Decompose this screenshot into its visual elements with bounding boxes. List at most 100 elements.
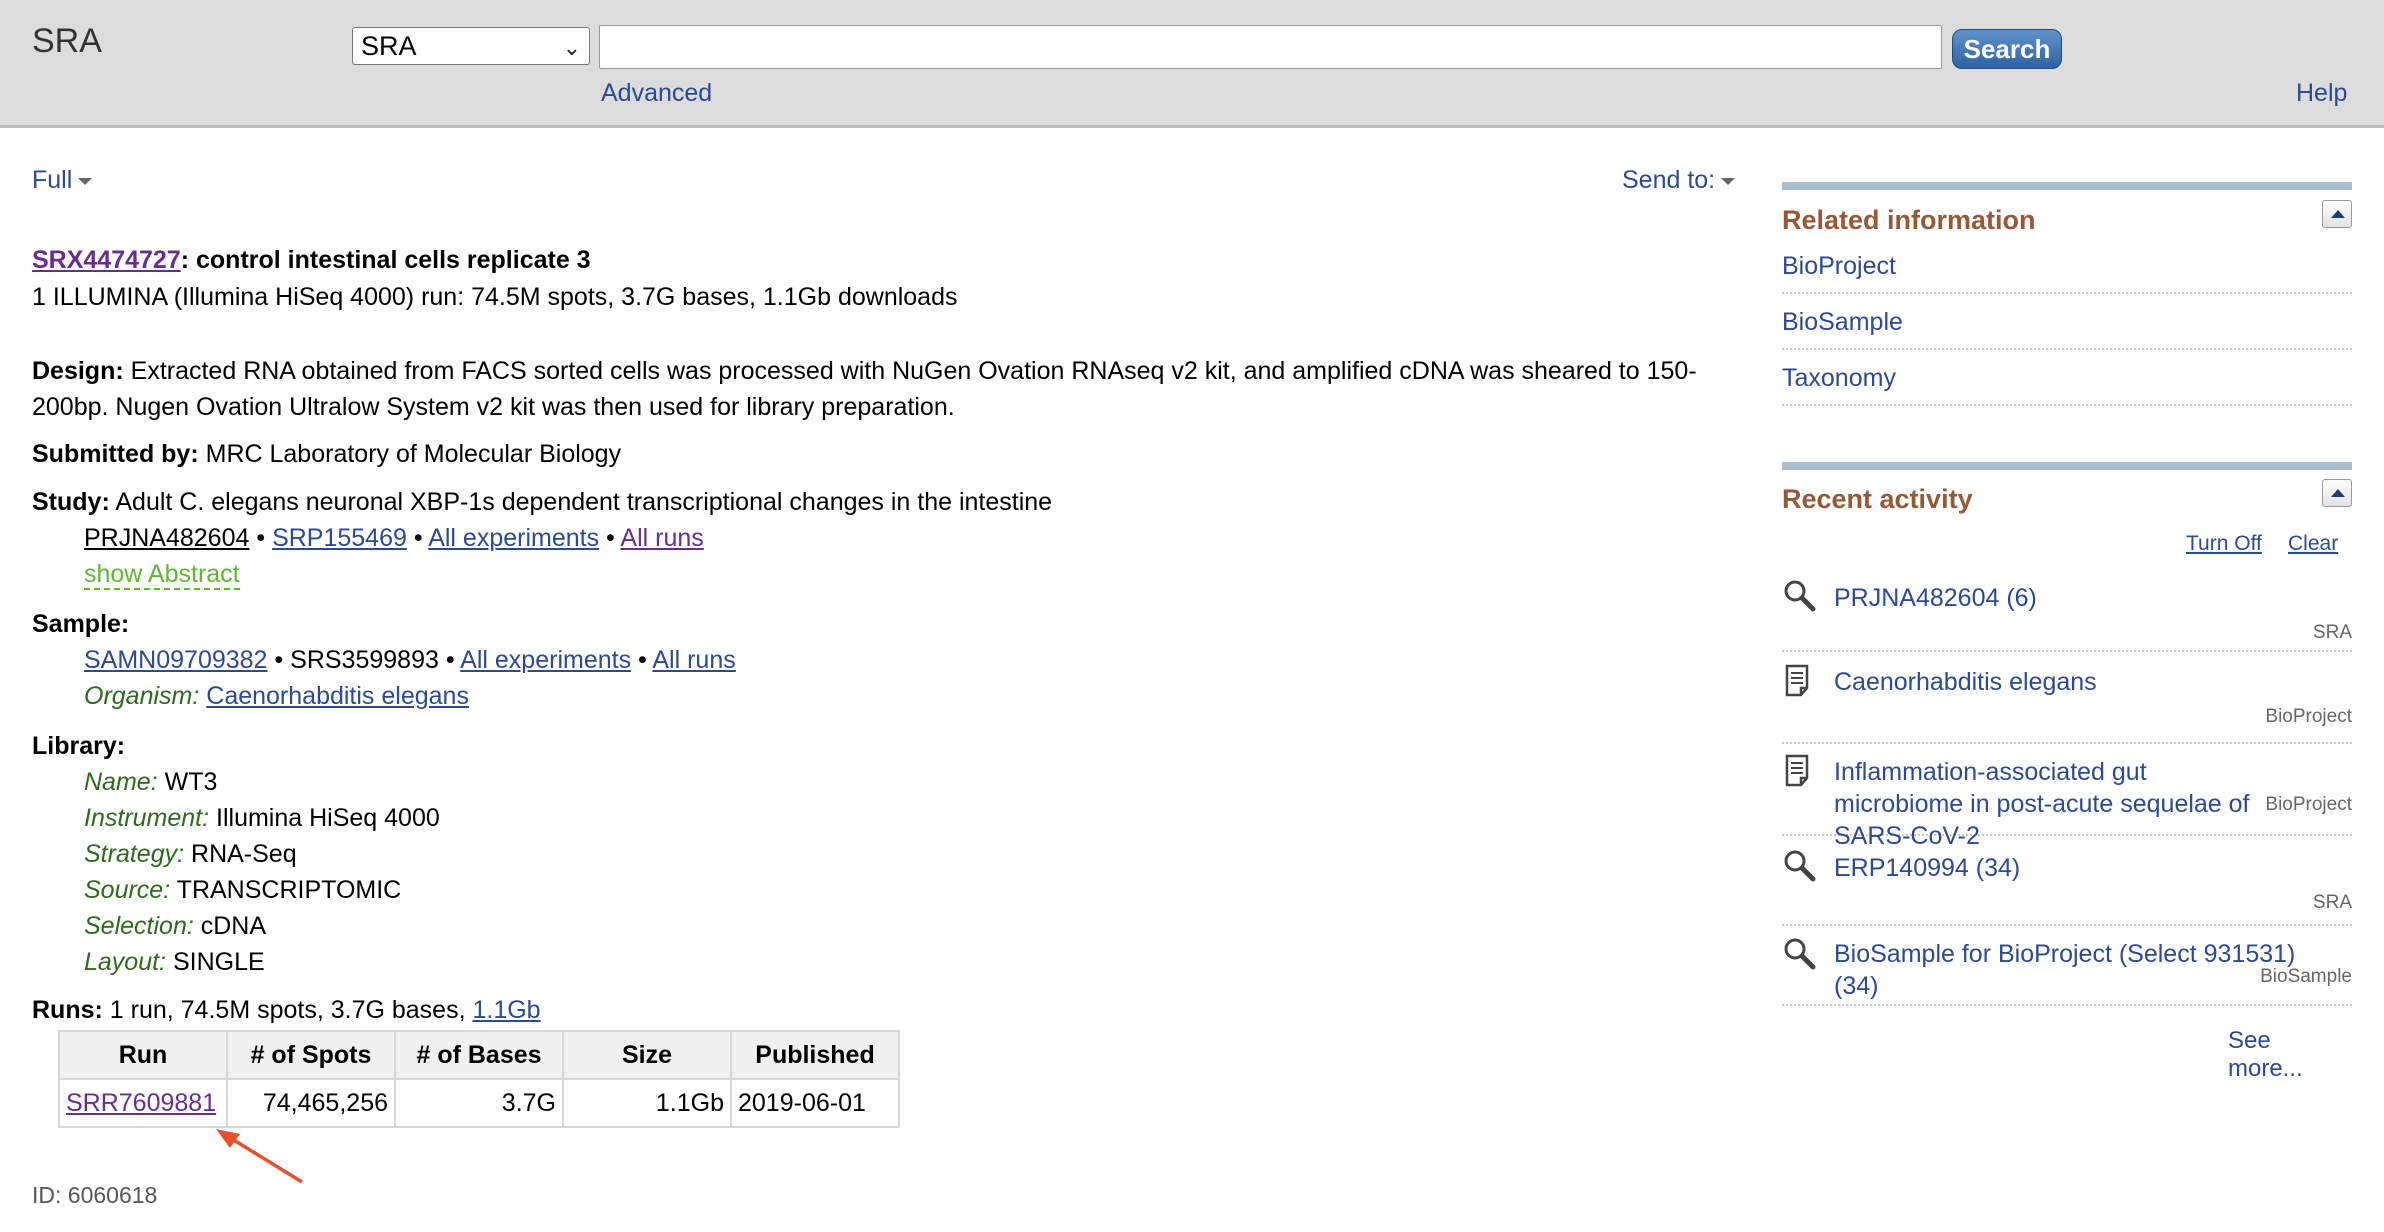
separator: •	[274, 646, 284, 674]
separator: •	[606, 524, 615, 552]
sample-all-runs-link[interactable]: All runs	[652, 646, 735, 674]
study-value: Adult C. elegans neuronal XBP-1s depende…	[115, 488, 1053, 516]
runs-summary: 1 run, 74.5M spots, 3.7G bases,	[109, 996, 466, 1024]
runs-label: Runs:	[32, 996, 103, 1024]
study-label: Study:	[32, 488, 110, 516]
related-item-biosample[interactable]: BioSample	[1782, 294, 2352, 350]
column-header: # of Spots	[226, 1030, 396, 1080]
run-cell: SRR7609881	[58, 1078, 228, 1128]
sample-links: SAMN09709382 • SRS3599893 • All experime…	[84, 646, 736, 675]
activity-text: BioSample for BioProject (Select 931531)…	[1834, 940, 2296, 1000]
study-section: Study: Adult C. elegans neuronal XBP-1s …	[32, 488, 1052, 517]
study-links: PRJNA482604 • SRP155469 • All experiment…	[84, 524, 704, 553]
document-icon	[1785, 664, 1809, 697]
experiment-accession-link[interactable]: SRX4474727	[32, 246, 181, 274]
biosample-link[interactable]: SAMN09709382	[84, 646, 267, 674]
srs-accession: SRS3599893	[290, 646, 439, 674]
annotation-arrow-icon	[216, 1129, 303, 1184]
advanced-search-link[interactable]: Advanced	[601, 79, 712, 108]
search-icon	[1784, 938, 1816, 970]
library-selection: Selection: cDNA	[84, 912, 266, 941]
separator: •	[445, 646, 455, 674]
document-icon	[1785, 754, 1809, 787]
field-label: Selection:	[84, 912, 194, 940]
organism-line: Organism: Caenorhabditis elegans	[84, 682, 469, 711]
activity-item[interactable]: ERP140994 (34) SRA	[1782, 844, 2352, 926]
table-row: SRR7609881 74,465,256 3.7G 1.1Gb 2019-06…	[58, 1078, 900, 1128]
spots-cell: 74,465,256	[226, 1078, 396, 1128]
bioproject-link[interactable]: PRJNA482604	[84, 524, 249, 552]
library-layout: Layout: SINGLE	[84, 948, 265, 977]
help-link[interactable]: Help	[2296, 79, 2347, 108]
activity-item[interactable]: PRJNA482604 (6) SRA	[1782, 574, 2352, 652]
activity-text: Caenorhabditis elegans	[1834, 668, 2097, 696]
size-cell: 1.1Gb	[562, 1078, 732, 1128]
field-value: SINGLE	[172, 948, 265, 976]
organism-label: Organism:	[84, 682, 200, 710]
organism-link[interactable]: Caenorhabditis elegans	[206, 682, 469, 710]
library-strategy: Strategy: RNA-Seq	[84, 840, 297, 869]
sample-label: Sample:	[32, 610, 130, 638]
separator: •	[413, 524, 423, 552]
caret-down-icon	[78, 177, 93, 185]
activity-item[interactable]: Inflammation-associated gut microbiome i…	[1782, 750, 2352, 850]
send-to-label: Send to:	[1622, 166, 1716, 194]
table-header-row: Run # of Spots # of Bases Size Published	[58, 1030, 900, 1080]
caret-down-icon	[1721, 177, 1736, 185]
run-accession-link[interactable]: SRR7609881	[66, 1089, 216, 1117]
study-all-runs-link[interactable]: All runs	[620, 524, 703, 552]
database-title: SRA	[32, 22, 102, 60]
show-abstract-toggle[interactable]: show Abstract	[84, 560, 240, 590]
chevron-down-icon: ⌄	[562, 35, 581, 60]
field-value: Illumina HiSeq 4000	[216, 804, 440, 832]
collapse-recent-button[interactable]	[2322, 479, 2352, 507]
library-name: Name: WT3	[84, 768, 217, 797]
field-label: Source:	[84, 876, 171, 904]
field-label: Strategy:	[84, 840, 185, 868]
design-label: Design:	[32, 357, 124, 385]
search-icon	[1784, 580, 1816, 612]
activity-item[interactable]: Caenorhabditis elegans BioProject	[1782, 660, 2352, 744]
related-item-taxonomy[interactable]: Taxonomy	[1782, 350, 2352, 406]
record-id: ID: 6060618	[32, 1182, 158, 1208]
activity-text: Inflammation-associated gut microbiome i…	[1834, 758, 2250, 850]
database-select-value: SRA	[361, 31, 417, 61]
field-label: Instrument:	[84, 804, 210, 832]
field-value: TRANSCRIPTOMIC	[176, 876, 402, 904]
library-instrument: Instrument: Illumina HiSeq 4000	[84, 804, 440, 833]
database-select[interactable]: SRA ⌄	[352, 27, 590, 65]
format-menu[interactable]: Full	[32, 166, 93, 195]
search-bar: SRA SRA ⌄ Search Advanced Help	[0, 0, 2384, 128]
record-title-text: : control intestinal cells replicate 3	[180, 246, 591, 274]
library-label: Library:	[32, 732, 126, 760]
turn-off-link[interactable]: Turn Off	[2186, 532, 2262, 556]
submitted-by: Submitted by: MRC Laboratory of Molecula…	[32, 440, 621, 469]
format-menu-label: Full	[32, 166, 73, 194]
search-button[interactable]: Search	[1952, 29, 2062, 69]
see-more-link[interactable]: See more...	[2228, 1027, 2352, 1083]
column-header: Size	[562, 1030, 732, 1080]
design-section: Design: Extracted RNA obtained from FACS…	[32, 353, 1752, 425]
srp-link[interactable]: SRP155469	[272, 524, 407, 552]
column-header: Run	[58, 1030, 228, 1080]
activity-db: BioProject	[2265, 706, 2352, 727]
runs-download-link[interactable]: 1.1Gb	[472, 996, 540, 1024]
field-value: cDNA	[200, 912, 267, 940]
sample-all-experiments-link[interactable]: All experiments	[460, 646, 631, 674]
related-item-bioproject[interactable]: BioProject	[1782, 238, 2352, 294]
design-text: Extracted RNA obtained from FACS sorted …	[32, 357, 1697, 421]
published-cell: 2019-06-01	[730, 1078, 900, 1128]
send-to-menu[interactable]: Send to:	[1622, 166, 1736, 195]
separator: •	[256, 524, 266, 552]
study-all-experiments-link[interactable]: All experiments	[428, 524, 599, 552]
activity-text: ERP140994 (34)	[1834, 854, 2021, 882]
activity-db: SRA	[2312, 622, 2352, 643]
clear-link[interactable]: Clear	[2288, 532, 2338, 556]
runs-table: Run # of Spots # of Bases Size Published…	[58, 1030, 900, 1128]
search-input[interactable]	[599, 25, 1942, 69]
activity-db: BioSample	[2260, 966, 2352, 987]
activity-item[interactable]: BioSample for BioProject (Select 931531)…	[1782, 932, 2352, 1006]
submitted-label: Submitted by:	[32, 440, 199, 468]
submitted-value: MRC Laboratory of Molecular Biology	[205, 440, 622, 468]
collapse-related-button[interactable]	[2322, 200, 2352, 228]
